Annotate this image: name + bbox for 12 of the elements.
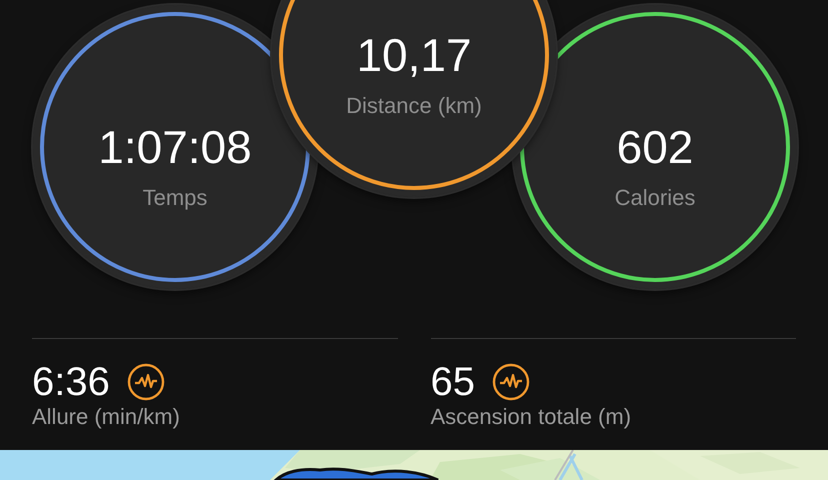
metric-value: 6:36 [32,359,110,405]
stat-label: Distance (km) [346,93,482,119]
pulse-icon[interactable] [126,363,165,401]
metric-label: Allure (min/km) [32,403,180,431]
stat-label: Calories [614,185,696,211]
stat-value: 1:07:08 [98,120,252,175]
stat-value: 602 [616,120,694,175]
metric-value: 65 [430,359,475,405]
stat-value: 10,17 [356,28,472,83]
metric-label: Ascension totale (m) [430,403,632,431]
stat-label: Temps [142,185,208,211]
pulse-icon[interactable] [492,363,530,401]
